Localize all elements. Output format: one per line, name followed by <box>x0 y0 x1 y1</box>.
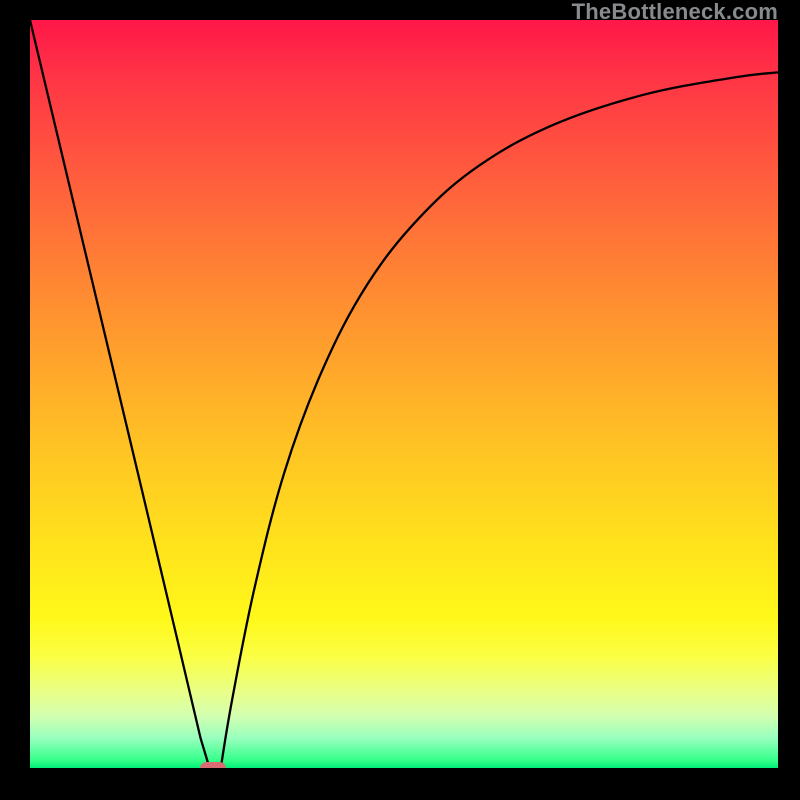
curve-right-branch <box>221 72 778 768</box>
watermark: TheBottleneck.com <box>572 0 778 25</box>
axis-right <box>778 0 800 800</box>
axis-left <box>0 0 30 800</box>
chart-curve <box>0 0 800 800</box>
bottleneck-chart: TheBottleneck.com <box>0 0 800 800</box>
axis-bottom <box>0 768 800 800</box>
curve-left-branch <box>30 20 210 768</box>
